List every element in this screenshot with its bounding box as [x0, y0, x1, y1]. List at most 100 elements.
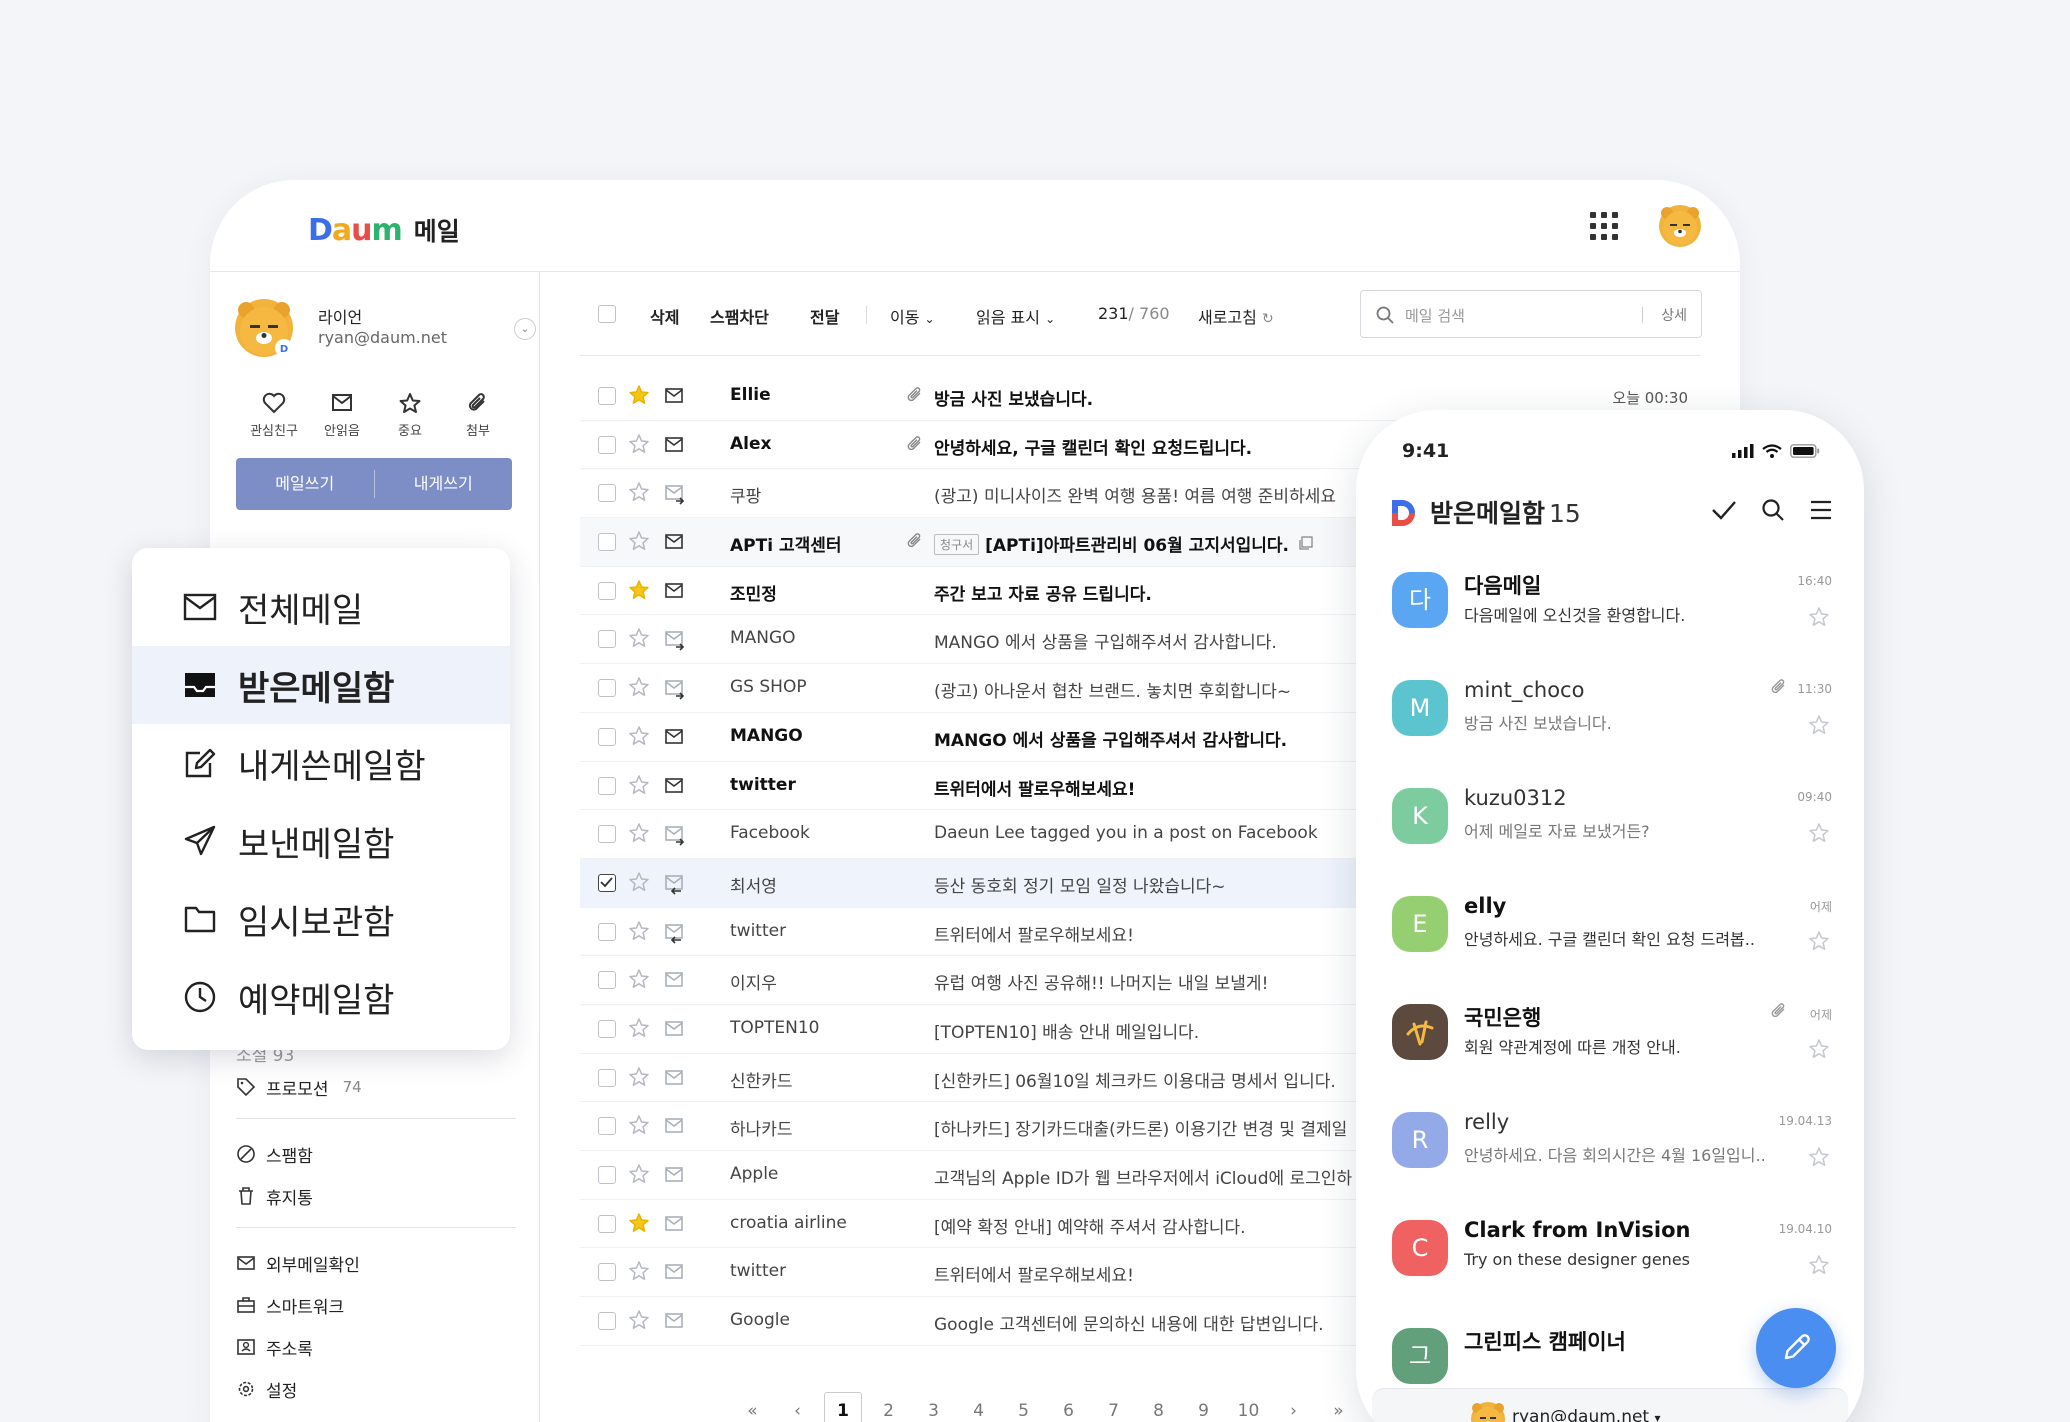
write-to-self-button[interactable]: 내게쓰기: [375, 458, 513, 510]
subject[interactable]: 트위터에서 팔로우해보세요!: [934, 775, 1364, 800]
account-switcher[interactable]: ryan@daum.net ▾: [1512, 1407, 1661, 1422]
star-filled-icon[interactable]: [628, 384, 650, 406]
last-page-icon[interactable]: »: [1316, 1401, 1361, 1421]
star-icon[interactable]: [1808, 930, 1830, 952]
star-icon[interactable]: [628, 530, 650, 552]
row-checkbox[interactable]: [598, 971, 616, 990]
star-filled-icon[interactable]: [628, 1212, 650, 1234]
page-3[interactable]: 3: [911, 1401, 956, 1421]
page-6[interactable]: 6: [1046, 1401, 1091, 1421]
row-checkbox[interactable]: [598, 1263, 616, 1282]
search-box[interactable]: 메일 검색 상세: [1360, 290, 1702, 338]
page-2[interactable]: 2: [866, 1401, 911, 1421]
quick-friends[interactable]: 관심친구: [240, 392, 308, 439]
search-icon[interactable]: [1760, 498, 1786, 522]
subject[interactable]: 청구서 [APTi]아파트관리비 06월 고지서입니다.: [934, 531, 1364, 556]
folder-item[interactable]: 받은메일함: [132, 646, 510, 724]
row-checkbox[interactable]: [598, 922, 616, 941]
menu-icon[interactable]: [1808, 498, 1834, 522]
row-checkbox[interactable]: [598, 1166, 616, 1184]
page-7[interactable]: 7: [1091, 1401, 1136, 1421]
page-4[interactable]: 4: [956, 1401, 1001, 1421]
search-detail-button[interactable]: 상세: [1661, 305, 1687, 325]
subject[interactable]: 주간 보고 자료 공유 드립니다.: [934, 580, 1364, 605]
folder-item[interactable]: 예약메일함: [132, 958, 510, 1036]
star-icon[interactable]: [628, 1309, 650, 1331]
forward-button[interactable]: 전달: [810, 304, 839, 328]
page-5[interactable]: 5: [1001, 1401, 1046, 1421]
star-icon[interactable]: [628, 1114, 650, 1136]
row-checkbox[interactable]: [598, 435, 616, 454]
subject[interactable]: [TOPTEN10] 배송 안내 메일입니다.: [934, 1018, 1364, 1043]
sidebar-item-contacts[interactable]: 주소록: [236, 1326, 516, 1368]
ryan-avatar-icon[interactable]: [1658, 204, 1702, 248]
sidebar-item-promotion[interactable]: 프로모션 74: [236, 1066, 516, 1108]
account-bar[interactable]: D ryan@daum.net ▾: [1372, 1388, 1848, 1422]
row-checkbox[interactable]: [598, 581, 616, 600]
row-checkbox[interactable]: [598, 387, 616, 405]
check-icon[interactable]: [1710, 498, 1738, 522]
subject[interactable]: 트위터에서 팔로우해보세요!: [934, 921, 1364, 946]
subject[interactable]: MANGO 에서 상품을 구입해주셔서 감사합니다.: [934, 726, 1364, 751]
sidebar-item-trash[interactable]: 휴지통: [236, 1175, 516, 1217]
sidebar-item-external-mail[interactable]: 외부메일확인: [236, 1242, 516, 1284]
row-checkbox[interactable]: [598, 776, 616, 795]
star-icon[interactable]: [1808, 714, 1830, 736]
star-icon[interactable]: [1808, 822, 1830, 844]
star-icon[interactable]: [628, 676, 650, 698]
page-1[interactable]: 1: [824, 1392, 862, 1422]
list-item[interactable]: Eelly 안녕하세요. 구글 캘린더 확인 요청 드려봅.. 어제: [1356, 884, 1864, 992]
star-filled-icon[interactable]: [628, 579, 650, 601]
star-icon[interactable]: [628, 920, 650, 942]
subject[interactable]: 유럽 여행 사진 공유해!! 나머지는 내일 보낼게!: [934, 969, 1364, 994]
select-all-checkbox[interactable]: [598, 305, 616, 323]
subject[interactable]: 방금 사진 보냈습니다.: [934, 385, 1364, 410]
subject[interactable]: Daeun Lee tagged you in a post on Facebo…: [934, 823, 1364, 843]
next-page-icon[interactable]: ›: [1271, 1401, 1316, 1421]
row-checkbox[interactable]: [598, 1214, 616, 1233]
quick-important[interactable]: 중요: [376, 392, 444, 439]
subject[interactable]: 트위터에서 팔로우해보세요!: [934, 1261, 1364, 1286]
spam-block-button[interactable]: 스팸차단: [710, 304, 769, 328]
subject[interactable]: [하나카드] 장기카드대출(카드론) 이용기간 변경 및 결제일: [934, 1115, 1364, 1140]
row-checkbox[interactable]: [598, 1068, 616, 1087]
apps-grid-icon[interactable]: [1590, 212, 1618, 240]
move-dropdown[interactable]: 이동 ⌄: [890, 304, 935, 328]
refresh-button[interactable]: 새로고침 ↻: [1198, 304, 1274, 328]
row-checkbox[interactable]: [598, 630, 616, 649]
prev-page-icon[interactable]: ‹: [775, 1401, 820, 1421]
row-checkbox[interactable]: [598, 1117, 616, 1136]
row-checkbox[interactable]: [598, 1312, 616, 1331]
row-checkbox[interactable]: [598, 679, 616, 698]
star-icon[interactable]: [628, 1017, 650, 1039]
folder-item[interactable]: 전체메일: [132, 568, 510, 646]
row-checkbox[interactable]: [598, 1019, 616, 1038]
first-page-icon[interactable]: «: [730, 1401, 775, 1421]
sidebar-item-settings[interactable]: 설정: [236, 1368, 516, 1410]
chevron-down-icon[interactable]: ⌄: [514, 318, 536, 340]
read-mark-dropdown[interactable]: 읽음 표시 ⌄: [976, 304, 1055, 328]
row-checkbox[interactable]: [598, 873, 616, 892]
star-icon[interactable]: [628, 433, 650, 455]
star-icon[interactable]: [628, 627, 650, 649]
list-item[interactable]: Kkuzu0312 어제 메일로 자료 보냈거든? 09:40: [1356, 776, 1864, 884]
star-icon[interactable]: [1808, 1254, 1830, 1276]
page-9[interactable]: 9: [1181, 1401, 1226, 1421]
list-item[interactable]: 다 다음메일 다음메일에 오신것을 환영합니다. 16:40: [1356, 560, 1864, 668]
sidebar-item-smartwork[interactable]: 스마트워크: [236, 1284, 516, 1326]
star-icon[interactable]: [1808, 1038, 1830, 1060]
star-icon[interactable]: [628, 1066, 650, 1088]
star-icon[interactable]: [628, 871, 650, 893]
write-mail-button[interactable]: 메일쓰기: [236, 458, 374, 510]
subject[interactable]: (광고) 아나운서 협찬 브랜드. 놓치면 후회합니다~: [934, 677, 1364, 702]
folder-item[interactable]: 임시보관함: [132, 880, 510, 958]
quick-unread[interactable]: 안읽음: [308, 392, 376, 439]
star-icon[interactable]: [1808, 1146, 1830, 1168]
star-icon[interactable]: [1808, 606, 1830, 628]
quick-attach[interactable]: 첨부: [444, 392, 512, 439]
list-item[interactable]: Rrelly 안녕하세요. 다음 회의시간은 4월 16일입니.. 19.04.13: [1356, 1100, 1864, 1208]
folder-item[interactable]: 보낸메일함: [132, 802, 510, 880]
row-checkbox[interactable]: [598, 825, 616, 844]
sidebar-item-spam[interactable]: 스팸함: [236, 1133, 516, 1175]
subject[interactable]: 등산 동호회 정기 모임 일정 나왔습니다~: [934, 872, 1364, 897]
